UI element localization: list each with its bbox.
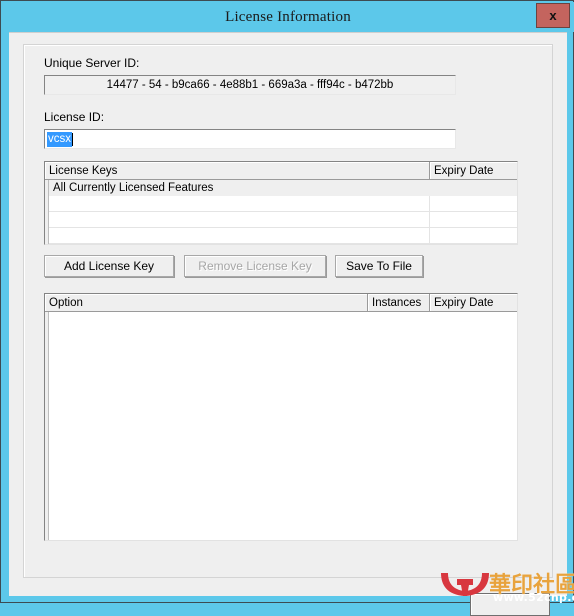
unique-server-id-label: Unique Server ID: xyxy=(44,56,140,70)
title-bar: License Information xyxy=(2,2,574,32)
column-instances[interactable]: Instances xyxy=(368,294,430,312)
unique-server-id-value: 14477 - 54 - b9ca66 - 4e88b1 - 669a3a - … xyxy=(106,79,394,91)
cell-license-key-name: All Currently Licensed Features xyxy=(53,182,214,194)
options-header: Option Instances Expiry Date xyxy=(45,294,517,312)
save-to-file-button[interactable]: Save To File xyxy=(335,255,423,277)
list-gutter xyxy=(45,180,49,244)
cell-license-key-name xyxy=(45,212,430,228)
table-row[interactable] xyxy=(45,228,517,244)
table-row[interactable] xyxy=(45,212,517,228)
cell-license-key-expiry xyxy=(430,228,517,244)
unique-server-id-field: 14477 - 54 - b9ca66 - 4e88b1 - 669a3a - … xyxy=(44,75,456,95)
license-keys-body: All Currently Licensed Features xyxy=(45,180,517,245)
cell-license-key-name xyxy=(45,228,430,244)
list-gutter xyxy=(45,312,49,540)
dialog-client-area: Unique Server ID: 14477 - 54 - b9ca66 - … xyxy=(9,32,567,616)
cell-license-key-expiry xyxy=(430,196,517,212)
license-id-label: License ID: xyxy=(44,110,105,124)
options-body xyxy=(45,312,517,540)
table-row[interactable]: All Currently Licensed Features xyxy=(45,180,517,196)
table-row[interactable] xyxy=(45,196,517,212)
license-information-window: License Information x Unique Server ID: … xyxy=(0,0,574,616)
cell-license-key-name xyxy=(45,244,430,245)
column-license-keys[interactable]: License Keys xyxy=(45,162,430,180)
license-keys-list[interactable]: License Keys Expiry Date All Currently L… xyxy=(44,161,518,245)
column-option-expiry-date[interactable]: Expiry Date xyxy=(430,294,517,312)
table-row[interactable] xyxy=(45,244,517,245)
cell-license-key-expiry xyxy=(430,180,517,196)
cell-license-key-name xyxy=(45,196,430,212)
options-list[interactable]: Option Instances Expiry Date xyxy=(44,293,518,541)
cell-license-key-expiry xyxy=(430,212,517,228)
add-license-key-button[interactable]: Add License Key xyxy=(44,255,174,277)
license-id-input[interactable]: vcsx xyxy=(44,129,456,149)
ok-button[interactable] xyxy=(470,593,550,616)
license-group-panel: Unique Server ID: 14477 - 54 - b9ca66 - … xyxy=(23,44,553,578)
text-caret xyxy=(72,132,73,146)
close-button[interactable]: x xyxy=(536,3,570,28)
remove-license-key-button: Remove License Key xyxy=(184,255,326,277)
window-title: License Information xyxy=(225,8,351,25)
column-option[interactable]: Option xyxy=(45,294,368,312)
column-expiry-date[interactable]: Expiry Date xyxy=(430,162,517,180)
cell-license-key-expiry xyxy=(430,244,517,245)
license-id-value: vcsx xyxy=(47,131,72,147)
license-keys-header: License Keys Expiry Date xyxy=(45,162,517,180)
